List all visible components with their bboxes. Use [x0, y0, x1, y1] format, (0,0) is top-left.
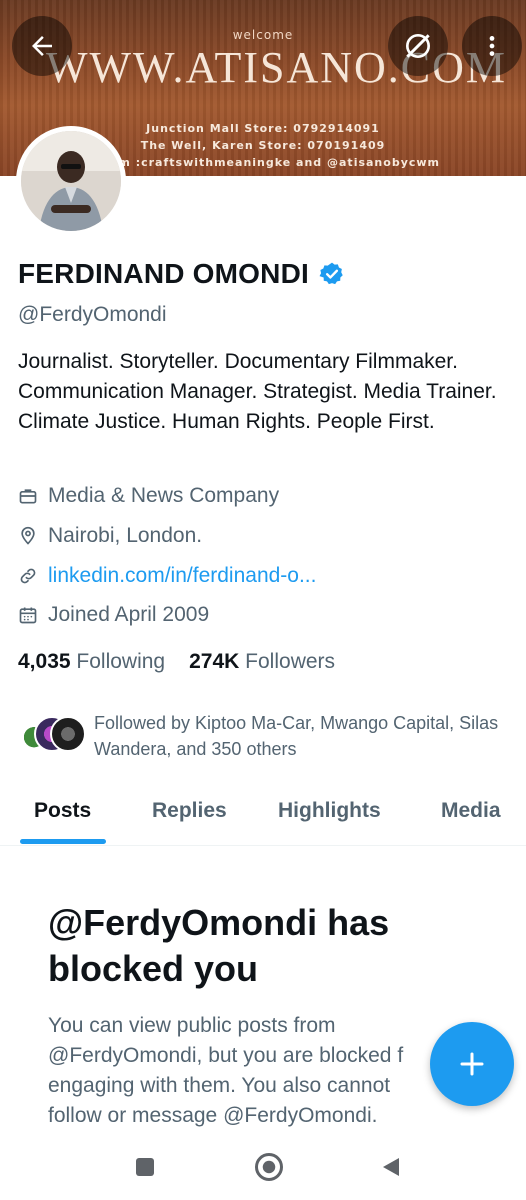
grok-button[interactable]: [388, 16, 448, 76]
plus-icon: [460, 1052, 484, 1076]
profile-link-row[interactable]: linkedin.com/in/ferdinand-o...: [18, 564, 316, 588]
tab-media[interactable]: Media: [441, 790, 501, 846]
tab-posts[interactable]: Posts: [34, 790, 91, 846]
following-count: 4,035: [18, 650, 71, 673]
profile-location-row: Nairobi, London.: [18, 524, 202, 548]
followers-count: 274K: [189, 650, 240, 673]
tab-highlights[interactable]: Highlights: [278, 790, 381, 846]
blocked-title: @FerdyOmondi has blocked you: [48, 902, 390, 989]
link-icon: [18, 566, 38, 586]
following-stat[interactable]: 4,035 Following: [18, 650, 165, 674]
profile-handle: @FerdyOmondi: [18, 303, 167, 326]
grok-icon: [406, 34, 430, 58]
home-button[interactable]: [252, 1150, 286, 1184]
banner-social-line: am :craftswithmeaningke and @atisanobycw…: [110, 156, 441, 169]
compose-post-button[interactable]: [430, 1022, 514, 1106]
following-label: Following: [76, 650, 166, 673]
followed-by-avatars: [16, 716, 86, 756]
profile-name-row: FERDINAND OMONDI: [18, 258, 345, 290]
location-pin-icon: [18, 526, 38, 546]
profile-joined: Joined April 2009: [48, 603, 210, 626]
circle-icon: [255, 1153, 283, 1181]
profile-bio: Journalist. Storyteller. Documentary Fil…: [18, 350, 497, 433]
triangle-back-icon: [383, 1158, 399, 1176]
system-back-button[interactable]: [374, 1150, 408, 1184]
profile-avatar[interactable]: [16, 126, 126, 236]
profile-stats: 4,035 Following 274K Followers: [18, 650, 335, 674]
active-tab-indicator: [20, 839, 106, 844]
followers-label: Followers: [245, 650, 336, 673]
more-options-button[interactable]: [462, 16, 522, 76]
avatar-photo: [21, 131, 121, 231]
tab-replies[interactable]: Replies: [152, 790, 227, 846]
more-vertical-icon: [489, 36, 495, 56]
profile-name: FERDINAND OMONDI: [18, 258, 309, 289]
briefcase-icon: [18, 486, 38, 506]
profile-category: Media & News Company: [48, 484, 280, 507]
followers-stat[interactable]: 274K Followers: [189, 650, 335, 674]
followed-by-text: Followed by Kiptoo Ma-Car, Mwango Capita…: [94, 713, 499, 759]
recent-apps-button[interactable]: [128, 1150, 162, 1184]
blocked-body: You can view public posts from @FerdyOmo…: [48, 1014, 404, 1127]
followed-by-row[interactable]: Followed by Kiptoo Ma-Car, Mwango Capita…: [16, 710, 514, 762]
profile-joined-row: Joined April 2009: [18, 603, 209, 627]
profile-category-row: Media & News Company: [18, 484, 279, 508]
profile-location: Nairobi, London.: [48, 524, 203, 547]
verified-badge-icon[interactable]: [319, 261, 345, 287]
system-navigation-bar: [0, 1136, 526, 1200]
profile-link[interactable]: linkedin.com/in/ferdinand-o...: [48, 564, 316, 588]
arrow-left-icon: [32, 36, 52, 56]
back-button[interactable]: [12, 16, 72, 76]
profile-tabs: Posts Replies Highlights Media: [0, 790, 526, 846]
follower-avatar: [50, 716, 86, 752]
calendar-icon: [18, 605, 38, 625]
square-icon: [136, 1158, 154, 1176]
